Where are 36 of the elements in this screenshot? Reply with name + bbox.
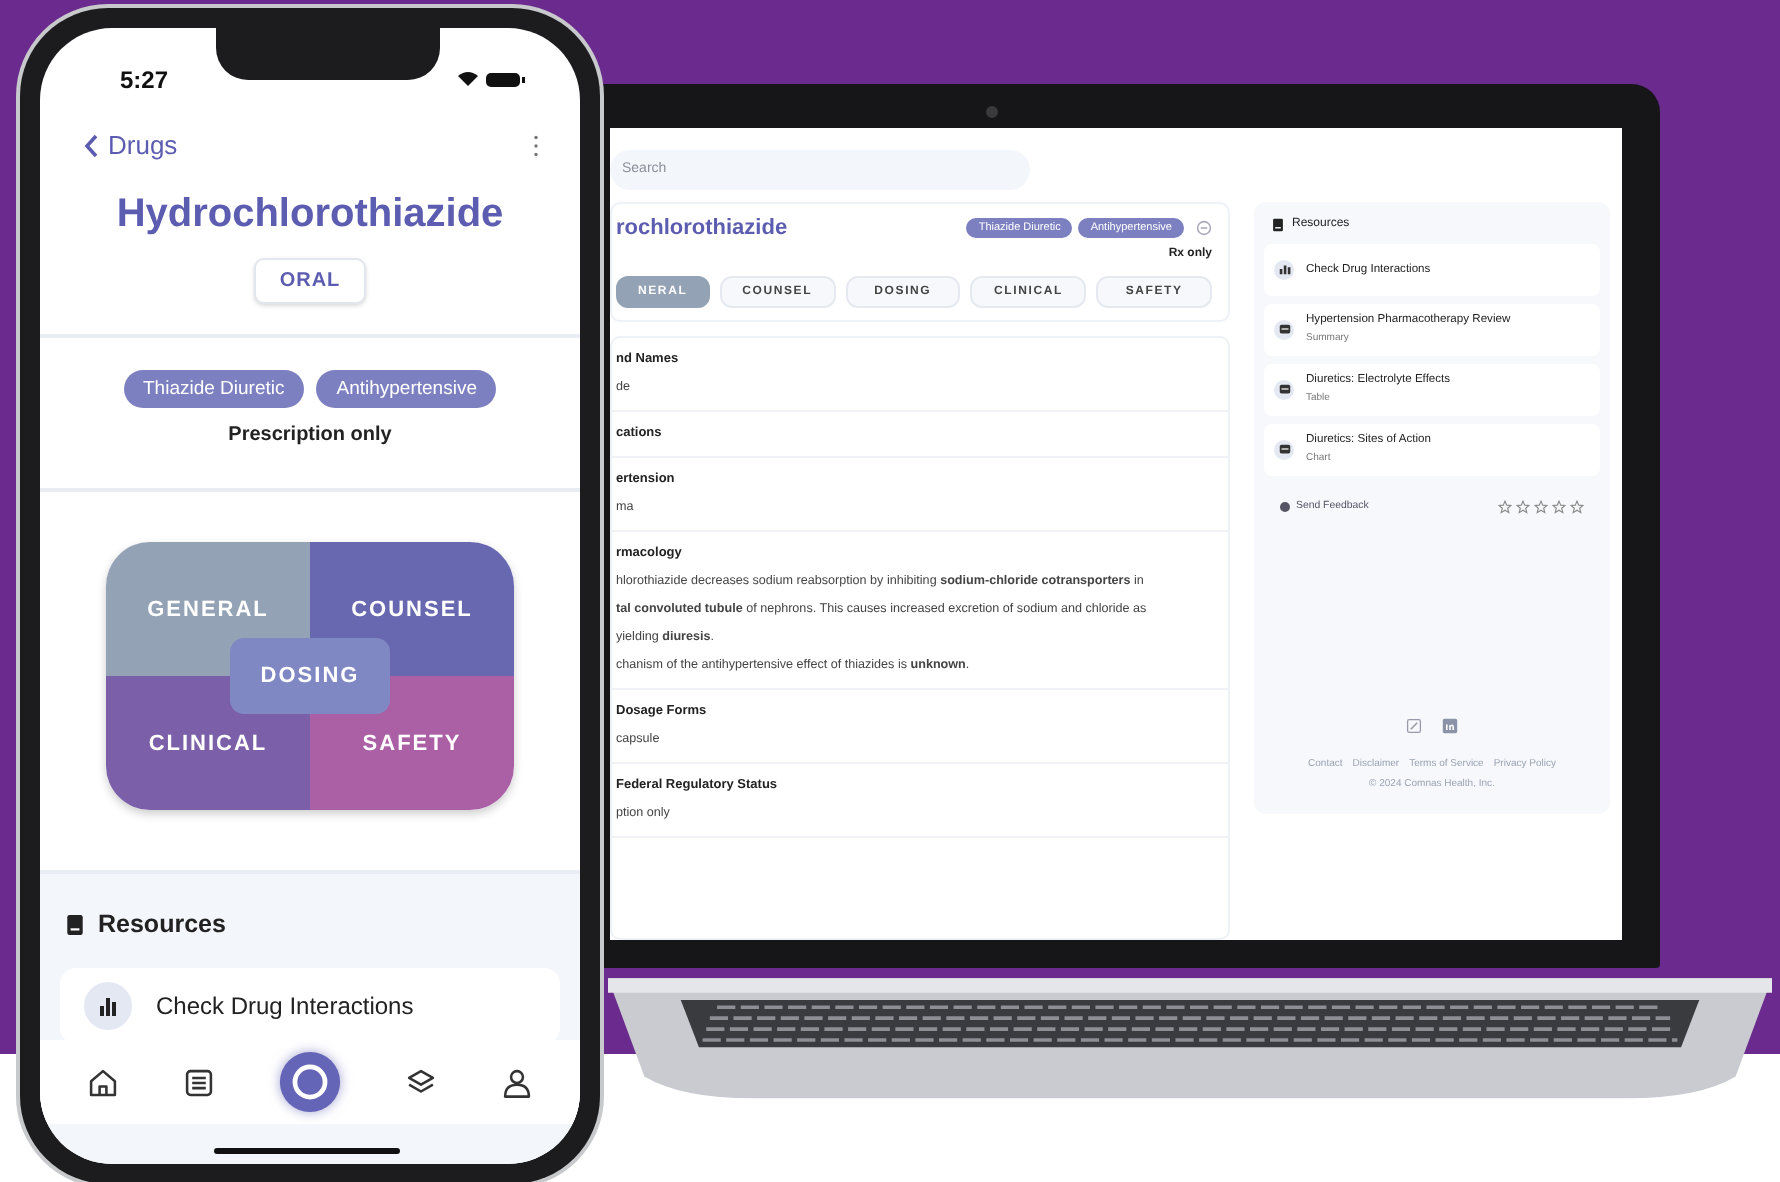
edit-icon[interactable] — [1406, 717, 1422, 733]
list-icon[interactable] — [182, 1065, 217, 1099]
drug-title: Hydrochlorothiazide — [116, 192, 504, 238]
chevron-left-icon — [84, 133, 100, 157]
center-tab-icon[interactable] — [277, 1050, 342, 1114]
document-icon — [1274, 379, 1294, 399]
drug-class-tag: Antihypertensive — [316, 370, 497, 408]
info-icon[interactable] — [1196, 219, 1212, 235]
more-icon[interactable] — [532, 133, 540, 157]
document-icon — [1274, 319, 1294, 339]
drug-class-tag: Thiazide Diuretic — [123, 370, 305, 408]
route-button[interactable]: ORAL — [253, 258, 367, 304]
resource-item[interactable]: Check Drug Interactions — [60, 968, 560, 1044]
back-button[interactable]: Drugs — [84, 130, 178, 160]
prescription-status: Prescription only — [228, 424, 392, 446]
star-icon[interactable] — [1552, 499, 1566, 513]
home-icon[interactable] — [86, 1065, 121, 1099]
star-icon[interactable] — [1498, 499, 1512, 513]
resource-title: Check Drug Interactions — [156, 992, 414, 1020]
book-icon — [66, 913, 84, 935]
star-icon[interactable] — [1516, 499, 1530, 513]
linkedin-icon[interactable] — [1442, 717, 1458, 733]
profile-icon[interactable] — [499, 1065, 534, 1099]
book-icon — [1272, 217, 1284, 231]
bar-chart-icon — [1274, 259, 1294, 279]
status-time: 5:27 — [120, 66, 169, 94]
bar-chart-icon — [84, 982, 132, 1030]
star-icon[interactable] — [1534, 499, 1548, 513]
section-tile[interactable]: DOSING — [230, 638, 390, 714]
camera-icon — [986, 106, 998, 118]
status-icons — [456, 70, 528, 90]
resources-title: Resources — [98, 910, 226, 938]
drug-title: rochlorothiazide — [616, 215, 788, 239]
document-icon — [1274, 439, 1294, 459]
star-icon[interactable] — [1570, 499, 1584, 513]
layers-icon[interactable] — [403, 1065, 438, 1099]
